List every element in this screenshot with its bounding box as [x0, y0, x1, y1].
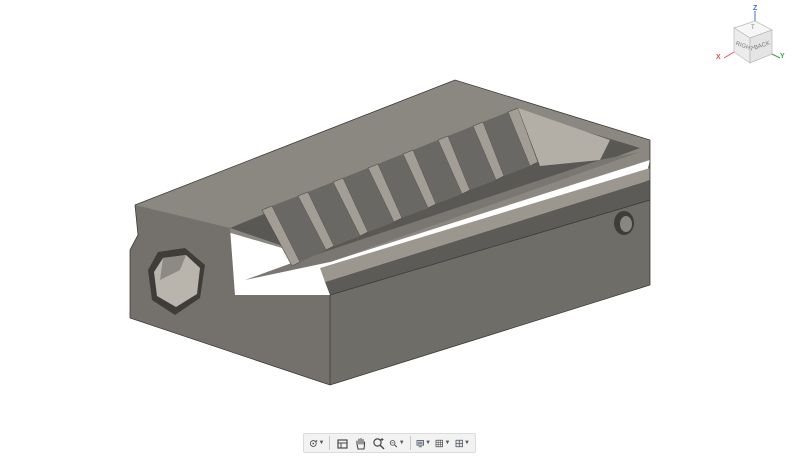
3d-model[interactable]	[0, 0, 800, 458]
view-cube[interactable]: T RIGHT BACK X Y Z	[716, 5, 785, 70]
axis-y-label: Y	[780, 53, 785, 60]
fit-icon	[390, 439, 398, 447]
axis-x-label: X	[716, 54, 721, 61]
orbit-button[interactable]: ▼	[307, 434, 326, 452]
fit-dropdown-caret[interactable]: ▼	[399, 440, 405, 446]
grid-settings-icon	[435, 439, 443, 447]
canvas-viewport[interactable]: T RIGHT BACK X Y Z	[0, 0, 800, 458]
look-at-button[interactable]	[333, 434, 351, 452]
toolbar-separator	[329, 436, 331, 450]
viewports-button[interactable]: ▼	[453, 434, 472, 452]
zoom-icon	[373, 437, 385, 450]
display-settings-caret[interactable]: ▼	[425, 440, 431, 446]
pan-button[interactable]	[351, 434, 369, 452]
toolbar-separator	[409, 436, 411, 450]
axis-z-label: Z	[753, 5, 758, 12]
orbit-icon	[309, 439, 318, 447]
pan-icon	[356, 437, 365, 450]
viewports-caret[interactable]: ▼	[464, 440, 470, 446]
grid-settings-button[interactable]: ▼	[433, 434, 452, 452]
orbit-dropdown-caret[interactable]: ▼	[319, 440, 325, 446]
navigation-toolbar: ▼ ▼ ▼ ▼ ▼	[303, 433, 476, 453]
fit-button[interactable]: ▼	[387, 434, 406, 452]
viewports-icon	[455, 439, 463, 447]
display-settings-icon	[416, 439, 424, 447]
look-at-icon	[337, 438, 348, 449]
grid-settings-caret[interactable]: ▼	[445, 440, 451, 446]
zoom-button[interactable]	[369, 434, 387, 452]
display-settings-button[interactable]: ▼	[414, 434, 433, 452]
cube-face-top[interactable]: T	[751, 25, 755, 31]
